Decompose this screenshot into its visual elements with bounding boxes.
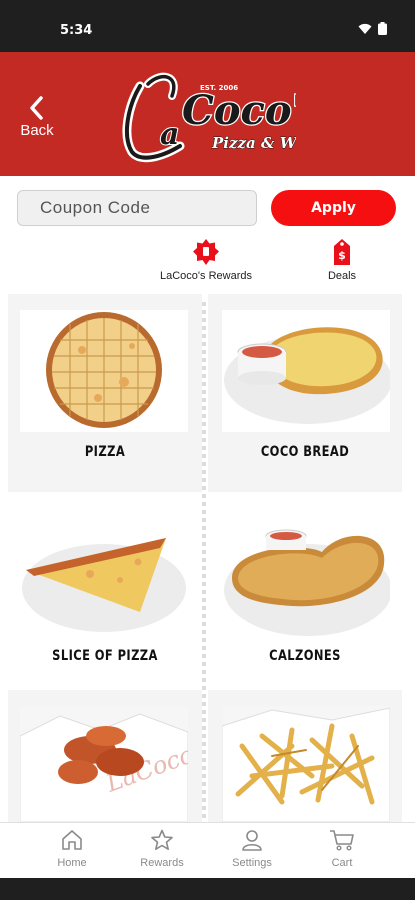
lacocos-logo: a Coco's EST. 2006 Pizza & Wings [122,72,296,163]
status-icons [358,22,387,35]
back-label: Back [20,122,54,139]
menu-item-coco-bread[interactable]: COCO BREAD [208,294,402,492]
status-bar: 5:34 [0,0,415,52]
menu-item-pizza[interactable]: PIZZA [8,294,202,492]
apply-button[interactable]: Apply [271,190,396,226]
calzones-image [222,518,392,640]
nav-home-label: Home [57,857,87,869]
nav-cart-label: Cart [331,857,353,869]
svg-text:Pizza & Wings: Pizza & Wings [211,134,296,152]
quick-links: LaCoco's Rewards $ Deals [0,238,415,290]
menu-grid: PIZZA COCO BREAD SLICE OF PIZZA CALZONES… [0,292,415,822]
coupon-row: Apply [0,188,415,228]
back-button[interactable]: Back [14,96,60,142]
slice-of-pizza-image [20,518,188,640]
star-icon [151,829,173,850]
nav-rewards-label: Rewards [140,857,184,869]
reward-badge-icon [193,239,219,265]
menu-item-calzones[interactable]: CALZONES [208,502,402,692]
coupon-code-input[interactable] [17,190,257,226]
coco-bread-image [222,310,392,432]
battery-icon [378,22,387,35]
menu-item-slice-of-pizza[interactable]: SLICE OF PIZZA [8,502,202,692]
fries-image [221,706,391,822]
svg-text:a: a [160,117,179,152]
nav-home[interactable]: Home [27,829,117,869]
menu-item-wings[interactable]: LaCoco's [8,690,215,822]
price-tag-icon: $ [334,239,350,265]
wifi-icon [358,23,372,34]
nav-rewards[interactable]: Rewards [117,829,207,869]
status-time: 5:34 [60,23,93,38]
pizza-image [20,310,188,432]
home-icon [62,830,82,850]
system-navigation-bar [0,878,415,900]
deals-link[interactable]: $ Deals [312,238,372,282]
nav-settings-label: Settings [232,857,272,869]
deals-link-label: Deals [327,270,357,282]
cart-icon [330,830,354,851]
menu-item-label: SLICE OF PIZZA [52,648,158,664]
nav-cart[interactable]: Cart [297,829,387,869]
chevron-left-icon [30,96,43,120]
svg-text:Coco's: Coco's [182,87,296,134]
menu-item-label: COCO BREAD [260,444,350,460]
bottom-nav: Home Rewards Settings Cart [0,822,415,878]
rewards-link[interactable]: LaCoco's Rewards [156,238,256,282]
app-header: Back a Coco's EST. 2006 Pizza & Wings [0,52,415,176]
menu-item-label: CALZONES [269,648,341,664]
person-icon [242,830,262,851]
menu-item-fries[interactable] [208,690,402,822]
svg-text:EST. 2006: EST. 2006 [200,84,238,92]
nav-settings[interactable]: Settings [207,829,297,869]
wings-image: LaCoco's [19,706,215,822]
rewards-link-label: LaCoco's Rewards [160,270,252,282]
divider [202,302,206,822]
svg-text:$: $ [338,249,346,262]
menu-item-label: PIZZA [84,444,126,460]
